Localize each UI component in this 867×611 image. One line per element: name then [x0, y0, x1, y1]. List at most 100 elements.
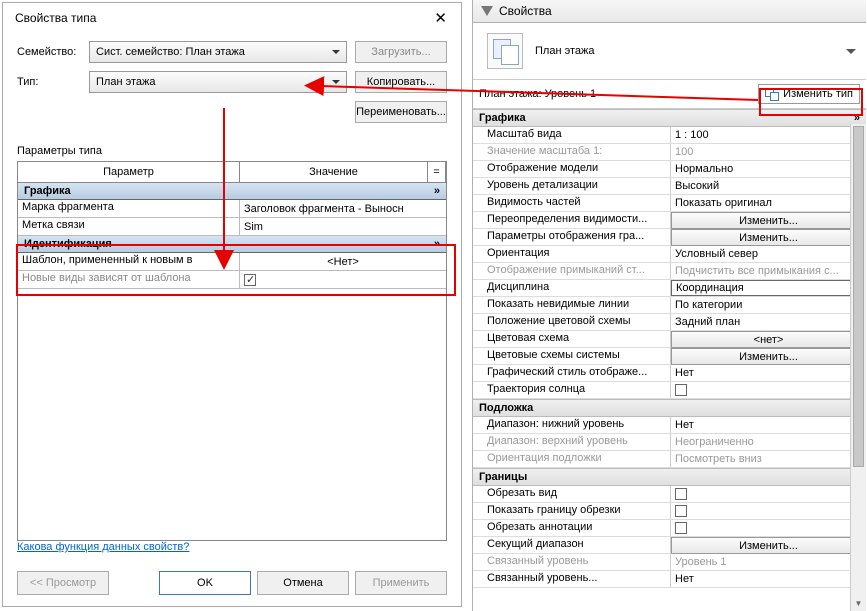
- property-row[interactable]: Траектория солнца: [473, 382, 866, 399]
- table-row[interactable]: Новые виды зависят от шаблона ✓: [18, 271, 446, 289]
- property-value[interactable]: Высокий: [671, 178, 866, 194]
- checkbox[interactable]: ✓: [244, 274, 256, 286]
- property-value[interactable]: 100: [671, 144, 866, 160]
- property-value[interactable]: По категории: [671, 297, 866, 313]
- property-value[interactable]: Координация: [671, 280, 866, 296]
- property-value[interactable]: Нормально: [671, 161, 866, 177]
- apply-button[interactable]: Применить: [355, 571, 447, 595]
- value-cell[interactable]: Sim: [240, 218, 446, 235]
- property-key: Секущий диапазон: [473, 537, 671, 553]
- property-value-button[interactable]: Изменить...: [671, 229, 866, 246]
- property-key: Траектория солнца: [473, 382, 671, 398]
- palette-selector[interactable]: План этажа: Уровень 1: [479, 88, 752, 100]
- property-row[interactable]: Переопределения видимости...Изменить...: [473, 212, 866, 229]
- property-row[interactable]: Значение масштаба 1:100: [473, 144, 866, 161]
- property-value-button[interactable]: Изменить...: [671, 348, 866, 365]
- property-group[interactable]: Границы»: [473, 468, 866, 486]
- property-value[interactable]: Задний план: [671, 314, 866, 330]
- checkbox[interactable]: [675, 488, 687, 500]
- scrollbar[interactable]: ▲ ▼: [850, 124, 866, 611]
- property-value-button[interactable]: Изменить...: [671, 537, 866, 554]
- property-value[interactable]: Нет: [671, 365, 866, 381]
- help-link[interactable]: Какова функция данных свойств?: [17, 541, 447, 553]
- param-cell: Шаблон, примененный к новым в: [18, 253, 240, 270]
- property-value[interactable]: Посмотреть вниз: [671, 451, 866, 467]
- property-row[interactable]: Цветовые схемы системыИзменить...: [473, 348, 866, 365]
- property-row[interactable]: Графический стиль отображе...Нет: [473, 365, 866, 382]
- property-key: Диапазон: верхний уровень: [473, 434, 671, 450]
- checkbox[interactable]: [675, 522, 687, 534]
- property-value[interactable]: Условный север: [671, 246, 866, 262]
- property-row[interactable]: Обрезать вид: [473, 486, 866, 503]
- property-group[interactable]: Подложка»: [473, 399, 866, 417]
- palette-titlebar[interactable]: Свойства: [473, 0, 866, 23]
- preview-button[interactable]: << Просмотр: [17, 571, 109, 595]
- th-value[interactable]: Значение: [240, 162, 428, 183]
- property-row[interactable]: Показать невидимые линииПо категории: [473, 297, 866, 314]
- property-row[interactable]: Параметры отображения гра...Изменить...: [473, 229, 866, 246]
- palette-head[interactable]: План этажа: [473, 23, 866, 80]
- th-param[interactable]: Параметр: [18, 162, 240, 183]
- property-row[interactable]: Секущий диапазонИзменить...: [473, 537, 866, 554]
- checkbox[interactable]: [675, 384, 687, 396]
- property-value[interactable]: [671, 382, 866, 398]
- property-value[interactable]: Уровень 1: [671, 554, 866, 570]
- rename-button[interactable]: Переименовать...: [355, 101, 447, 123]
- property-key: Связанный уровень...: [473, 571, 671, 587]
- group-identity[interactable]: Идентификация »: [18, 236, 446, 253]
- property-value[interactable]: [671, 503, 866, 519]
- property-key: Цветовая схема: [473, 331, 671, 347]
- property-value[interactable]: [671, 486, 866, 502]
- property-value[interactable]: [671, 520, 866, 536]
- param-cell: Марка фрагмента: [18, 200, 240, 217]
- property-row[interactable]: Уровень детализацииВысокий: [473, 178, 866, 195]
- group-graphics[interactable]: Графика »: [18, 183, 446, 200]
- ok-button[interactable]: OK: [159, 571, 251, 595]
- close-icon[interactable]: ✕: [430, 9, 451, 27]
- property-row[interactable]: Положение цветовой схемыЗадний план: [473, 314, 866, 331]
- edit-type-button[interactable]: Изменить тип: [758, 84, 860, 104]
- property-row[interactable]: Обрезать аннотации: [473, 520, 866, 537]
- table-row[interactable]: Шаблон, примененный к новым в<Нет>: [18, 253, 446, 271]
- property-row[interactable]: Отображение примыканий ст...Подчистить в…: [473, 263, 866, 280]
- property-row[interactable]: ОриентацияУсловный север: [473, 246, 866, 263]
- property-value[interactable]: Подчистить все примыкания с...: [671, 263, 866, 279]
- property-row[interactable]: Связанный уровень...Нет: [473, 571, 866, 588]
- property-value[interactable]: Нет: [671, 571, 866, 587]
- property-row[interactable]: Масштаб вида1 : 100: [473, 127, 866, 144]
- param-cell: Новые виды зависят от шаблона: [18, 271, 240, 288]
- table-row[interactable]: Марка фрагментаЗаголовок фрагмента - Вын…: [18, 200, 446, 218]
- family-select[interactable]: Сист. семейство: План этажа: [89, 41, 347, 63]
- th-eq[interactable]: =: [428, 162, 446, 183]
- property-key: Связанный уровень: [473, 554, 671, 570]
- property-row[interactable]: Диапазон: нижний уровеньНет: [473, 417, 866, 434]
- property-group[interactable]: Графика»: [473, 109, 866, 127]
- property-row[interactable]: Отображение моделиНормально: [473, 161, 866, 178]
- property-row[interactable]: Видимость частейПоказать оригинал: [473, 195, 866, 212]
- property-value[interactable]: Показать оригинал: [671, 195, 866, 211]
- checkbox[interactable]: [675, 505, 687, 517]
- cancel-button[interactable]: Отмена: [257, 571, 349, 595]
- scroll-thumb[interactable]: [853, 126, 864, 467]
- scroll-down-icon[interactable]: ▼: [851, 595, 866, 611]
- property-value[interactable]: Нет: [671, 417, 866, 433]
- property-row[interactable]: Ориентация подложкиПосмотреть вниз: [473, 451, 866, 468]
- load-button[interactable]: Загрузить...: [355, 41, 447, 63]
- copy-button[interactable]: Копировать...: [355, 71, 447, 93]
- type-label: Тип:: [17, 76, 89, 88]
- property-value-button[interactable]: Изменить...: [671, 212, 866, 229]
- type-select[interactable]: План этажа: [89, 71, 347, 93]
- value-cell[interactable]: ✓: [240, 271, 446, 288]
- property-row[interactable]: Связанный уровеньУровень 1: [473, 554, 866, 571]
- property-row[interactable]: Показать границу обрезки: [473, 503, 866, 520]
- dialog-body: Семейство: Сист. семейство: План этажа З…: [3, 31, 461, 571]
- property-row[interactable]: ДисциплинаКоординация: [473, 280, 866, 297]
- table-row[interactable]: Метка связиSim: [18, 218, 446, 236]
- property-value-button[interactable]: <нет>: [671, 331, 866, 348]
- value-cell[interactable]: <Нет>: [240, 253, 446, 270]
- property-value[interactable]: Неограниченно: [671, 434, 866, 450]
- property-row[interactable]: Диапазон: верхний уровеньНеограниченно: [473, 434, 866, 451]
- property-row[interactable]: Цветовая схема<нет>: [473, 331, 866, 348]
- property-value[interactable]: 1 : 100: [671, 127, 866, 143]
- value-cell[interactable]: Заголовок фрагмента - Выносн: [240, 200, 446, 217]
